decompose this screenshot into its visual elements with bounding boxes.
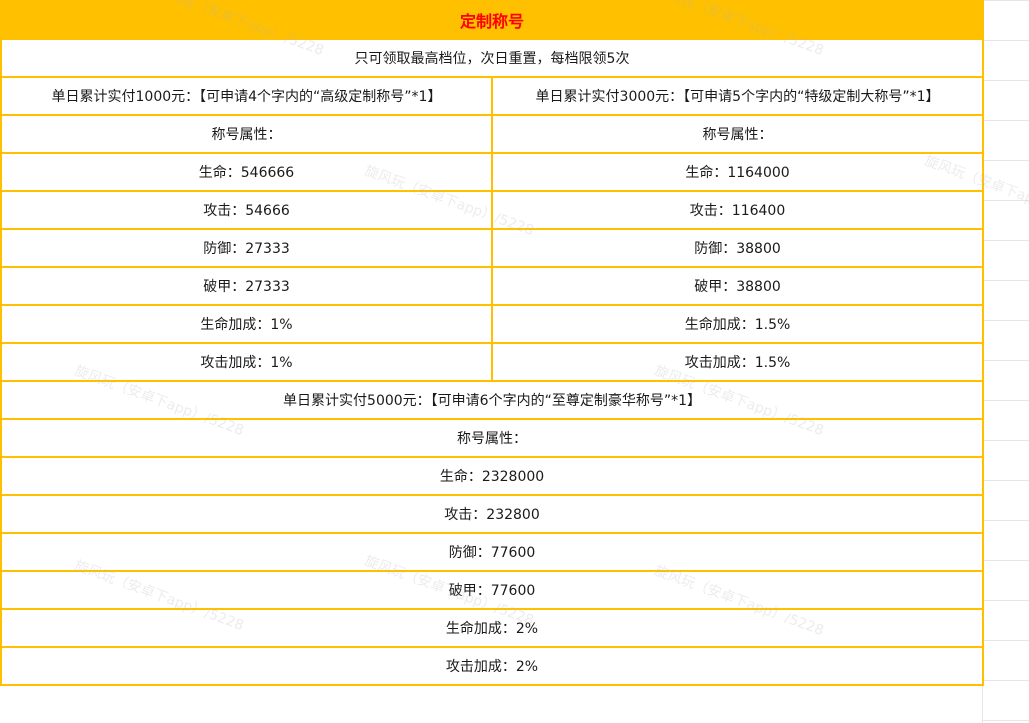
tier3-stat-hp: 生命：2328000 (0, 456, 985, 496)
tier3-header: 单日累计实付5000元：【可申请6个字内的“至尊定制豪华称号”*1】 (0, 380, 985, 420)
tier2-attr-label: 称号属性： (490, 114, 985, 154)
tier2-stat-armor-break: 破甲：38800 (490, 266, 985, 306)
spreadsheet-grid (982, 0, 1029, 723)
tier2-stat-hp: 生命：1164000 (490, 152, 985, 192)
tier1-attr-label: 称号属性： (0, 114, 493, 154)
tier2-stat-defense: 防御：38800 (490, 228, 985, 268)
tier3-attr-label: 称号属性： (0, 418, 985, 458)
tier1-stat-attack-bonus: 攻击加成：1% (0, 342, 493, 382)
tier2-stat-hp-bonus: 生命加成：1.5% (490, 304, 985, 344)
rule-note: 只可领取最高档位，次日重置，每档限领5次 (0, 38, 985, 78)
tier1-stat-hp: 生命：546666 (0, 152, 493, 192)
tier3-stat-attack-bonus: 攻击加成：2% (0, 646, 985, 686)
tier1-stat-hp-bonus: 生命加成：1% (0, 304, 493, 344)
tier3-stat-armor-break: 破甲：77600 (0, 570, 985, 610)
tier3-stat-defense: 防御：77600 (0, 532, 985, 572)
sheet-title: 定制称号 (0, 0, 985, 40)
tier1-header: 单日累计实付1000元：【可申请4个字内的“高级定制称号”*1】 (0, 76, 493, 116)
tier3-stat-hp-bonus: 生命加成：2% (0, 608, 985, 648)
tier1-stat-armor-break: 破甲：27333 (0, 266, 493, 306)
tier1-stat-defense: 防御：27333 (0, 228, 493, 268)
tier2-stat-attack-bonus: 攻击加成：1.5% (490, 342, 985, 382)
title-sheet-table: 定制称号 只可领取最高档位，次日重置，每档限领5次 单日累计实付1000元：【可… (0, 0, 985, 686)
tier1-stat-attack: 攻击：54666 (0, 190, 493, 230)
tier2-stat-attack: 攻击：116400 (490, 190, 985, 230)
sheet-page: 定制称号 只可领取最高档位，次日重置，每档限领5次 单日累计实付1000元：【可… (0, 0, 1029, 723)
tier3-stat-attack: 攻击：232800 (0, 494, 985, 534)
tier2-header: 单日累计实付3000元：【可申请5个字内的“特级定制大称号”*1】 (490, 76, 985, 116)
